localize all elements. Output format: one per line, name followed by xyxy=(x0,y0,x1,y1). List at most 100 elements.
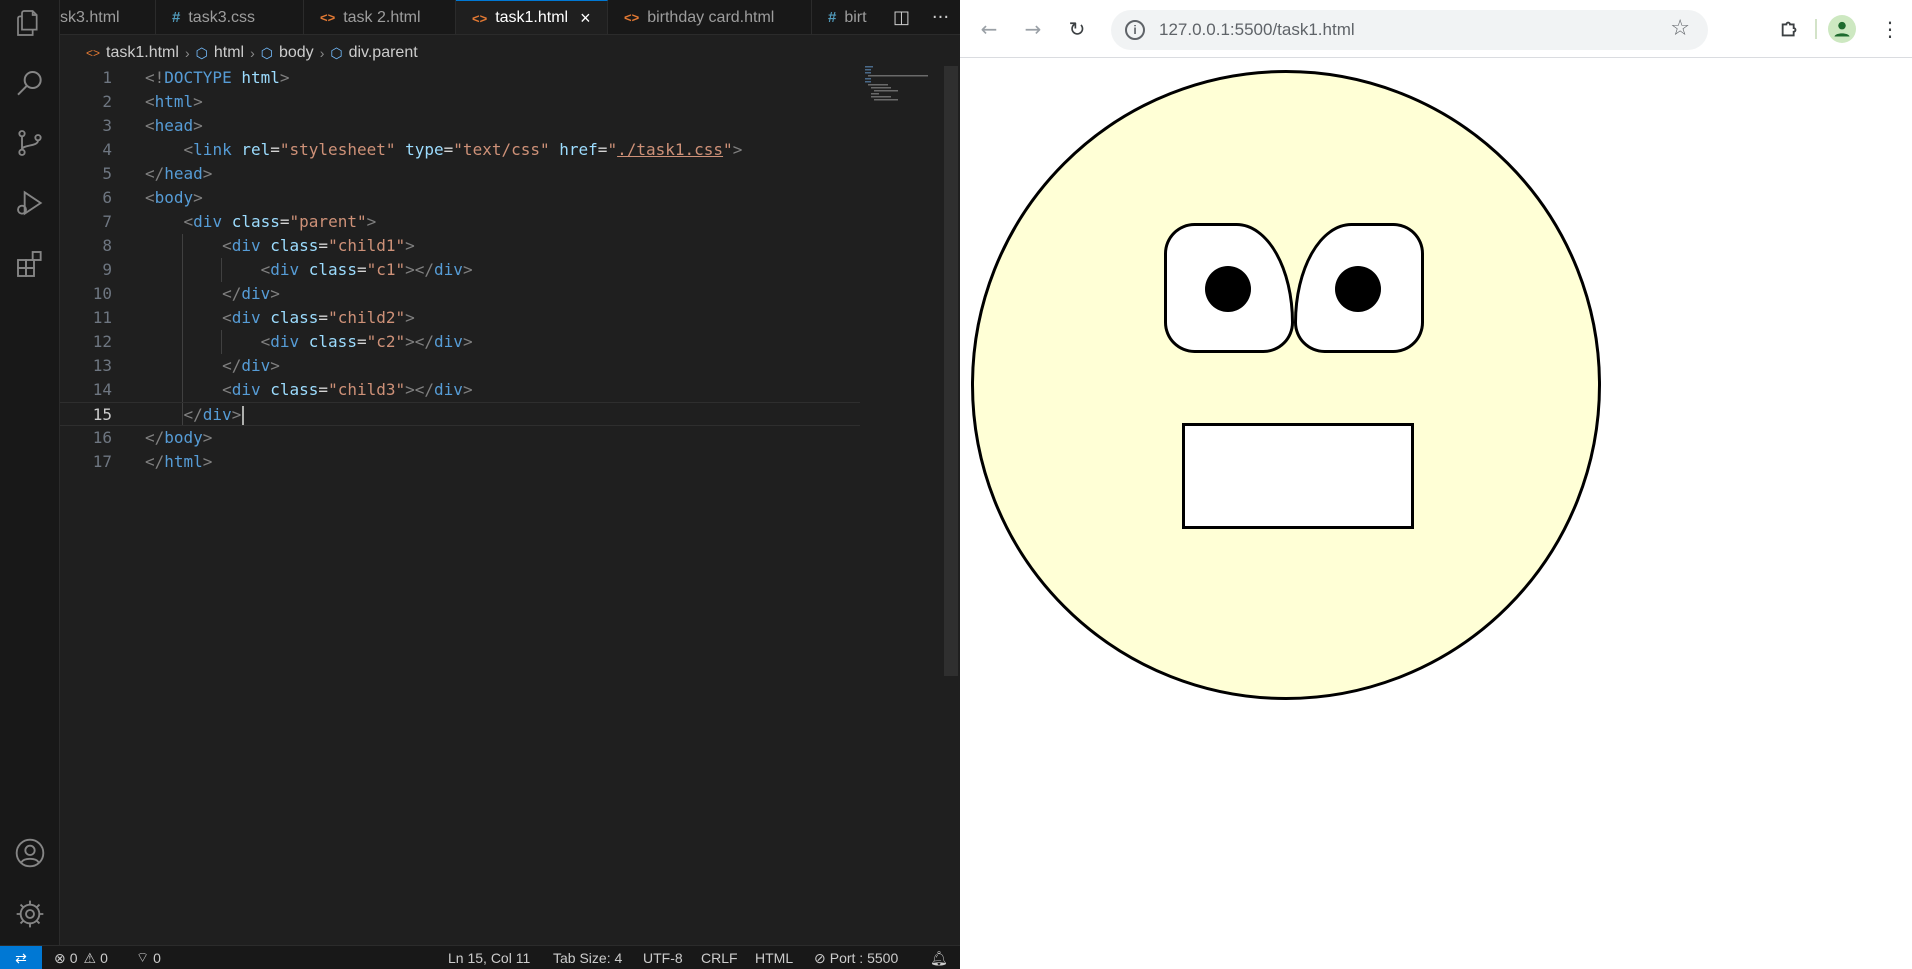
code-token: link xyxy=(193,140,232,159)
code-line[interactable]: 17 </html> xyxy=(60,450,940,474)
line-number: 12 xyxy=(92,332,112,351)
settings-gear-icon[interactable] xyxy=(12,896,48,932)
css-file-icon: # xyxy=(828,9,837,26)
end-of-line[interactable]: CRLF xyxy=(701,946,738,969)
code-token: = xyxy=(279,212,290,231)
breadcrumb-item-div-parent[interactable]: ⬡ div.parent xyxy=(330,44,417,62)
breadcrumb-item-file[interactable]: <> task1.html xyxy=(86,44,179,62)
code-token: > xyxy=(462,332,473,351)
code-token: class xyxy=(308,260,357,279)
code-line[interactable]: 12 <div class="c2"></div> xyxy=(60,330,940,354)
bookmark-star-icon[interactable]: ☆ xyxy=(1670,16,1690,41)
extensions-icon[interactable] xyxy=(12,246,48,282)
code-line[interactable]: 4 <link rel="stylesheet" type="text/css"… xyxy=(60,138,940,162)
code-line[interactable]: 6 <body> xyxy=(60,186,940,210)
address-bar[interactable]: i 127.0.0.1:5500/task1.html ☆ xyxy=(1111,10,1708,50)
activity-bar xyxy=(0,0,60,945)
scrollbar-thumb[interactable] xyxy=(944,66,958,676)
code-line[interactable]: 16 </body> xyxy=(60,426,940,450)
code-line[interactable]: 15 </div> xyxy=(60,402,860,426)
code-token: body xyxy=(154,188,194,207)
tab-sk3-html[interactable]: sk3.html xyxy=(60,0,156,34)
code-text: <div class="c1"></div> xyxy=(145,258,473,282)
tab-label: birt xyxy=(844,8,867,26)
remote-indicator-icon[interactable]: ⇄ xyxy=(0,946,42,969)
line-number: 17 xyxy=(92,452,112,471)
code-token: ./task1.css xyxy=(617,140,724,159)
explorer-icon[interactable] xyxy=(12,5,48,41)
tab-birthday-card-html[interactable]: <> birthday card.html xyxy=(608,0,812,34)
file-encoding[interactable]: UTF-8 xyxy=(643,946,683,969)
site-info-icon[interactable]: i xyxy=(1125,20,1145,40)
tab-label: sk3.html xyxy=(60,8,120,26)
tab-task3-css[interactable]: # task3.css xyxy=(156,0,304,34)
split-editor-icon[interactable]: ◫ xyxy=(893,7,910,28)
cursor-position[interactable]: Ln 15, Col 11 xyxy=(448,946,530,969)
code-token: head xyxy=(164,164,203,183)
back-arrow-icon[interactable]: ← xyxy=(974,14,1004,44)
extensions-puzzle-icon[interactable] xyxy=(1775,14,1805,44)
more-actions-icon[interactable]: ··· xyxy=(932,7,949,28)
problems-indicator[interactable]: ⊗ 0 ⚠ 0 xyxy=(54,946,108,969)
code-text: <div class="parent"> xyxy=(145,210,377,234)
code-token: "child2" xyxy=(328,308,406,327)
profile-avatar-icon[interactable] xyxy=(1828,15,1856,43)
error-count: 0 xyxy=(69,950,78,966)
code-line[interactable]: 8 <div class="child1"> xyxy=(60,234,940,258)
code-line[interactable]: 11 <div class="child2"> xyxy=(60,306,940,330)
left-eye xyxy=(1164,223,1294,353)
code-token: < xyxy=(260,332,271,351)
code-editor[interactable]: 1 <!DOCTYPE html> 2 <html> 3 <head> 4 <link re… xyxy=(60,66,940,942)
breadcrumb-item-html[interactable]: ⬡ html xyxy=(196,44,244,62)
code-line[interactable]: 14 <div class="child3"></div> xyxy=(60,378,940,402)
minimap[interactable] xyxy=(865,66,935,106)
code-token: < xyxy=(222,308,232,327)
tab-size[interactable]: Tab Size: 4 xyxy=(553,946,622,969)
accounts-icon[interactable] xyxy=(12,835,48,871)
code-line[interactable]: 5 </head> xyxy=(60,162,940,186)
error-icon: ⊗ xyxy=(54,949,66,966)
toolbar-divider xyxy=(1815,19,1817,39)
url-text[interactable]: 127.0.0.1:5500/task1.html xyxy=(1159,20,1355,40)
code-token: " xyxy=(723,140,733,159)
code-line[interactable]: 7 <div class="parent"> xyxy=(60,210,940,234)
forward-arrow-icon[interactable]: → xyxy=(1018,14,1048,44)
code-text: </html> xyxy=(145,450,212,474)
code-token: = xyxy=(318,236,329,255)
code-token: > xyxy=(462,380,473,399)
tab-label: birthday card.html xyxy=(647,8,775,26)
code-line[interactable]: 2 <html> xyxy=(60,90,940,114)
search-icon[interactable] xyxy=(12,66,48,102)
code-line[interactable]: 13 </div> xyxy=(60,354,940,378)
tab-task1-html[interactable]: <> task1.html × xyxy=(456,0,608,34)
code-line[interactable]: 3 <head> xyxy=(60,114,940,138)
code-token: ></ xyxy=(405,332,435,351)
live-server-port[interactable]: ⊘ Port : 5500 xyxy=(814,946,898,969)
code-line[interactable]: 9 <div class="c1"></div> xyxy=(60,258,940,282)
browser-menu-icon[interactable]: ⋮ xyxy=(1875,14,1905,44)
code-token: > xyxy=(193,116,203,135)
run-debug-icon[interactable] xyxy=(12,185,48,221)
code-token: div xyxy=(231,308,261,327)
code-token: > xyxy=(202,452,213,471)
code-token: "parent" xyxy=(289,212,367,231)
language-mode[interactable]: HTML xyxy=(755,946,793,969)
breadcrumb-item-body[interactable]: ⬡ body xyxy=(261,44,314,62)
close-icon[interactable]: × xyxy=(580,8,591,29)
editor-scrollbar[interactable] xyxy=(944,66,958,942)
mouth-rectangle xyxy=(1182,423,1414,529)
code-line[interactable]: 1 <!DOCTYPE html> xyxy=(60,66,940,90)
source-control-icon[interactable] xyxy=(12,125,48,161)
tab-task-2-html[interactable]: <> task 2.html xyxy=(304,0,456,34)
reload-icon[interactable]: ↻ xyxy=(1062,14,1092,44)
line-number: 7 xyxy=(102,212,112,231)
ports-indicator[interactable]: ⌔ 0 xyxy=(136,946,161,969)
notifications-bell-icon[interactable]: 🔔︎ xyxy=(930,946,948,969)
code-line[interactable]: 10 </div> xyxy=(60,282,940,306)
line-number: 11 xyxy=(92,308,112,327)
